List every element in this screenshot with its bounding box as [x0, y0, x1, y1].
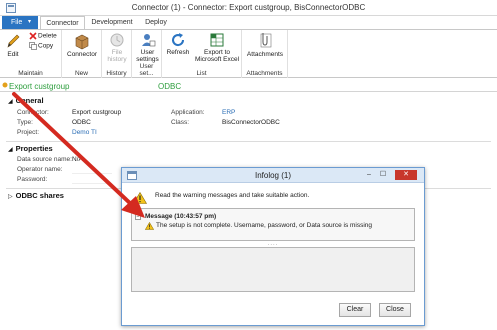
section-general-title: General	[15, 96, 44, 105]
user-settings-button[interactable]: User settings	[134, 32, 161, 63]
window-title: Connector (1) - Connector: Export custgr…	[131, 3, 366, 12]
group-history: File history History	[102, 30, 132, 78]
ribbon-tab-bar: File ▾ Connector Development Deploy	[0, 16, 497, 29]
collapse-icon: ◢	[8, 147, 13, 153]
group-label-history: History	[106, 70, 127, 77]
collapse-icon: ◢	[8, 99, 13, 105]
message-header: Message (10:43:57 pm)	[145, 213, 217, 220]
type-label: Type:	[17, 119, 33, 126]
group-label-attachments: Attachments	[246, 70, 283, 77]
group-user-setup: User settings User set...	[132, 30, 162, 78]
attachment-icon	[260, 33, 272, 48]
dsn-value[interactable]: N/A	[72, 156, 83, 163]
tab-development[interactable]: Development	[88, 16, 136, 29]
copy-label: Copy	[38, 42, 54, 50]
warning-icon	[145, 222, 154, 230]
password-label: Password:	[17, 176, 48, 183]
delete-button[interactable]: Delete	[29, 32, 57, 41]
section-general-header[interactable]: ◢ General	[8, 96, 44, 105]
file-history-label-2: history	[107, 56, 127, 63]
close-window-button[interactable]: ✕	[395, 170, 417, 180]
class-label: Class:	[171, 119, 190, 126]
refresh-label: Refresh	[166, 49, 190, 56]
infolog-warning-text: Read the warning messages and take suita…	[155, 192, 310, 199]
group-label-list: List	[196, 70, 207, 77]
project-link[interactable]: Demo TI	[72, 129, 97, 136]
infolog-dialog: Infolog (1) – ☐ ✕ Read the warning messa…	[121, 167, 425, 326]
delete-x-icon	[29, 32, 37, 40]
connector-value: Export custgroup	[72, 109, 122, 116]
attachments-button[interactable]: Attachments	[244, 32, 286, 58]
password-field[interactable]	[72, 183, 112, 184]
export-label-2: Microsoft Excel	[194, 56, 240, 63]
ribbon: Edit Delete Copy Maintain Connector New …	[0, 29, 497, 78]
section-odbc-shares-header[interactable]: ▷ ODBC shares	[8, 191, 64, 200]
user-settings-label-1: User	[140, 49, 155, 56]
record-title: Export custgroup	[9, 82, 70, 91]
new-connector-button[interactable]: Connector	[64, 32, 100, 58]
copy-button[interactable]: Copy	[29, 42, 53, 51]
attachments-label: Attachments	[246, 51, 284, 58]
tree-collapse-icon[interactable]: −	[135, 214, 141, 220]
message-body[interactable]: The setup is not complete. Username, pas…	[156, 222, 372, 229]
user-settings-icon	[141, 34, 155, 47]
dsn-label: Data source name:	[17, 156, 72, 163]
edit-button[interactable]: Edit	[3, 32, 23, 58]
minimize-button[interactable]: –	[363, 170, 375, 180]
group-new: Connector New	[62, 30, 102, 78]
pencil-icon	[7, 34, 20, 48]
operator-field[interactable]	[72, 173, 112, 174]
file-tab[interactable]: File ▾	[2, 16, 38, 29]
new-connector-label: Connector	[67, 51, 97, 58]
section-odbc-shares-title: ODBC shares	[15, 191, 64, 200]
class-value: BisConnectorODBC	[222, 119, 280, 126]
copy-icon	[29, 42, 37, 50]
expand-icon: ▷	[8, 194, 13, 200]
section-properties-title: Properties	[15, 144, 53, 153]
application-link[interactable]: ERP	[222, 109, 235, 116]
window-titlebar: Connector (1) - Connector: Export custgr…	[0, 0, 497, 16]
edit-label: Edit	[7, 51, 19, 58]
application-label: Application:	[171, 109, 205, 116]
record-icon	[2, 82, 8, 88]
maximize-button[interactable]: ☐	[377, 170, 389, 180]
project-label: Project:	[17, 129, 40, 136]
group-list: Refresh Export to Microsoft Excel List	[162, 30, 242, 78]
refresh-icon	[172, 33, 185, 47]
chevron-down-icon: ▾	[28, 19, 32, 25]
type-value: ODBC	[72, 119, 91, 126]
record-header: Export custgroup ODBC	[0, 80, 497, 92]
export-label-1: Export to	[203, 49, 230, 56]
group-label-maintain: Maintain	[18, 70, 43, 77]
tab-deploy[interactable]: Deploy	[140, 16, 172, 29]
user-settings-label-2: settings	[136, 56, 159, 63]
close-button[interactable]: Close	[379, 303, 411, 317]
group-maintain: Edit Delete Copy Maintain	[0, 30, 62, 78]
history-clock-icon	[110, 33, 124, 47]
connector-label: Connector:	[17, 109, 49, 116]
operator-label: Operator name:	[17, 166, 63, 173]
infolog-titlebar[interactable]: Infolog (1) – ☐ ✕	[122, 168, 424, 183]
message-tree[interactable]: − Message (10:43:57 pm) The setup is not…	[131, 208, 415, 241]
box-icon	[75, 34, 89, 50]
group-label-new: New	[74, 70, 88, 77]
section-properties-header[interactable]: ◢ Properties	[8, 144, 53, 153]
section-divider	[6, 141, 491, 142]
clear-button[interactable]: Clear	[339, 303, 371, 317]
record-subtitle: ODBC	[158, 82, 182, 91]
file-tab-label: File	[11, 19, 23, 26]
file-history-button[interactable]: File history	[104, 32, 130, 63]
tab-connector[interactable]: Connector	[40, 16, 85, 29]
excel-icon	[210, 33, 224, 47]
delete-label: Delete	[38, 32, 57, 40]
refresh-button[interactable]: Refresh	[165, 32, 191, 56]
message-detail-panel	[131, 247, 415, 292]
export-excel-button[interactable]: Export to Microsoft Excel	[192, 32, 242, 63]
group-label-user-setup: User set...	[139, 63, 154, 77]
file-history-label-1: File	[111, 49, 123, 56]
group-attachments: Attachments Attachments	[242, 30, 288, 78]
warning-icon	[133, 192, 147, 204]
